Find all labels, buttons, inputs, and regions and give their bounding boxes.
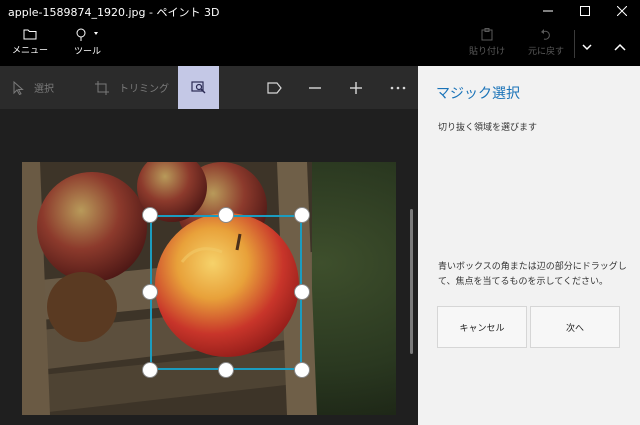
selection-box[interactable] [150, 215, 302, 370]
zoom-in-button[interactable] [341, 66, 371, 109]
menu-button[interactable]: メニュー [12, 28, 48, 56]
flag-button[interactable] [260, 66, 290, 109]
vertical-scrollbar[interactable] [410, 209, 413, 354]
flag-icon [267, 81, 282, 94]
tools-icon [76, 28, 98, 41]
zoom-in-icon [350, 81, 362, 94]
cancel-button[interactable]: キャンセル [437, 306, 527, 348]
handle-bottom-left[interactable] [142, 362, 158, 378]
select-icon [13, 80, 24, 95]
handle-top[interactable] [218, 207, 234, 223]
crop-icon [95, 80, 109, 95]
title-bar: apple-1589874_1920.jpg - ペイント 3D [0, 0, 640, 22]
undo-button[interactable]: 元に戻す [528, 28, 564, 57]
undo-icon [541, 29, 550, 40]
undo-label: 元に戻す [528, 47, 565, 57]
close-button[interactable] [602, 0, 640, 22]
handle-left[interactable] [142, 284, 158, 300]
more-options-button[interactable] [383, 66, 413, 109]
panel-help-text: 青いボックスの角または辺の部分にドラッグして、焦点を当てるものを示してください。 [438, 262, 627, 287]
chevron-up-icon [614, 43, 626, 51]
handle-bottom[interactable] [218, 362, 234, 378]
chevron-down-icon [93, 32, 98, 35]
collapse-ribbon-button[interactable] [614, 36, 626, 55]
minimize-button[interactable] [528, 0, 568, 22]
folder-icon [23, 29, 37, 40]
minimize-icon [543, 10, 553, 12]
panel-subtitle: 切り抜く領域を選びます [438, 123, 538, 133]
magic-select-panel: マジック選択 切り抜く領域を選びます 青いボックスの角または辺の部分にドラッグし… [418, 66, 640, 425]
ribbon: メニュー ツール 貼り付け 元に戻す [0, 22, 640, 66]
ribbon-divider [574, 30, 575, 58]
paste-button[interactable]: 貼り付け [469, 28, 505, 57]
paste-icon [481, 28, 493, 41]
menu-label: メニュー [12, 46, 49, 56]
next-button[interactable]: 次へ [530, 306, 620, 348]
magic-select-tool[interactable] [178, 66, 219, 109]
select-label: 選択 [34, 84, 54, 95]
zoom-out-icon [309, 86, 321, 89]
maximize-button[interactable] [565, 0, 605, 22]
panel-title: マジック選択 [436, 86, 520, 102]
tool-toolbar: 選択 トリミング [0, 66, 418, 109]
history-dropdown-button[interactable] [582, 36, 592, 55]
crop-label: トリミング [119, 84, 169, 95]
handle-top-left[interactable] [142, 207, 158, 223]
tools-button[interactable]: ツール [74, 28, 101, 57]
close-icon [617, 6, 627, 16]
chevron-down-icon [582, 44, 592, 51]
handle-bottom-right[interactable] [294, 362, 310, 378]
handle-top-right[interactable] [294, 207, 310, 223]
handle-right[interactable] [294, 284, 310, 300]
window-title: apple-1589874_1920.jpg - ペイント 3D [8, 6, 220, 19]
maximize-icon [580, 6, 590, 16]
more-icon [390, 86, 406, 89]
crop-tool[interactable]: トリミング [95, 66, 169, 109]
magic-select-icon [190, 80, 205, 93]
paste-label: 貼り付け [469, 47, 506, 57]
select-tool[interactable]: 選択 [12, 66, 54, 109]
zoom-out-button[interactable] [300, 66, 330, 109]
tools-label: ツール [74, 47, 102, 57]
